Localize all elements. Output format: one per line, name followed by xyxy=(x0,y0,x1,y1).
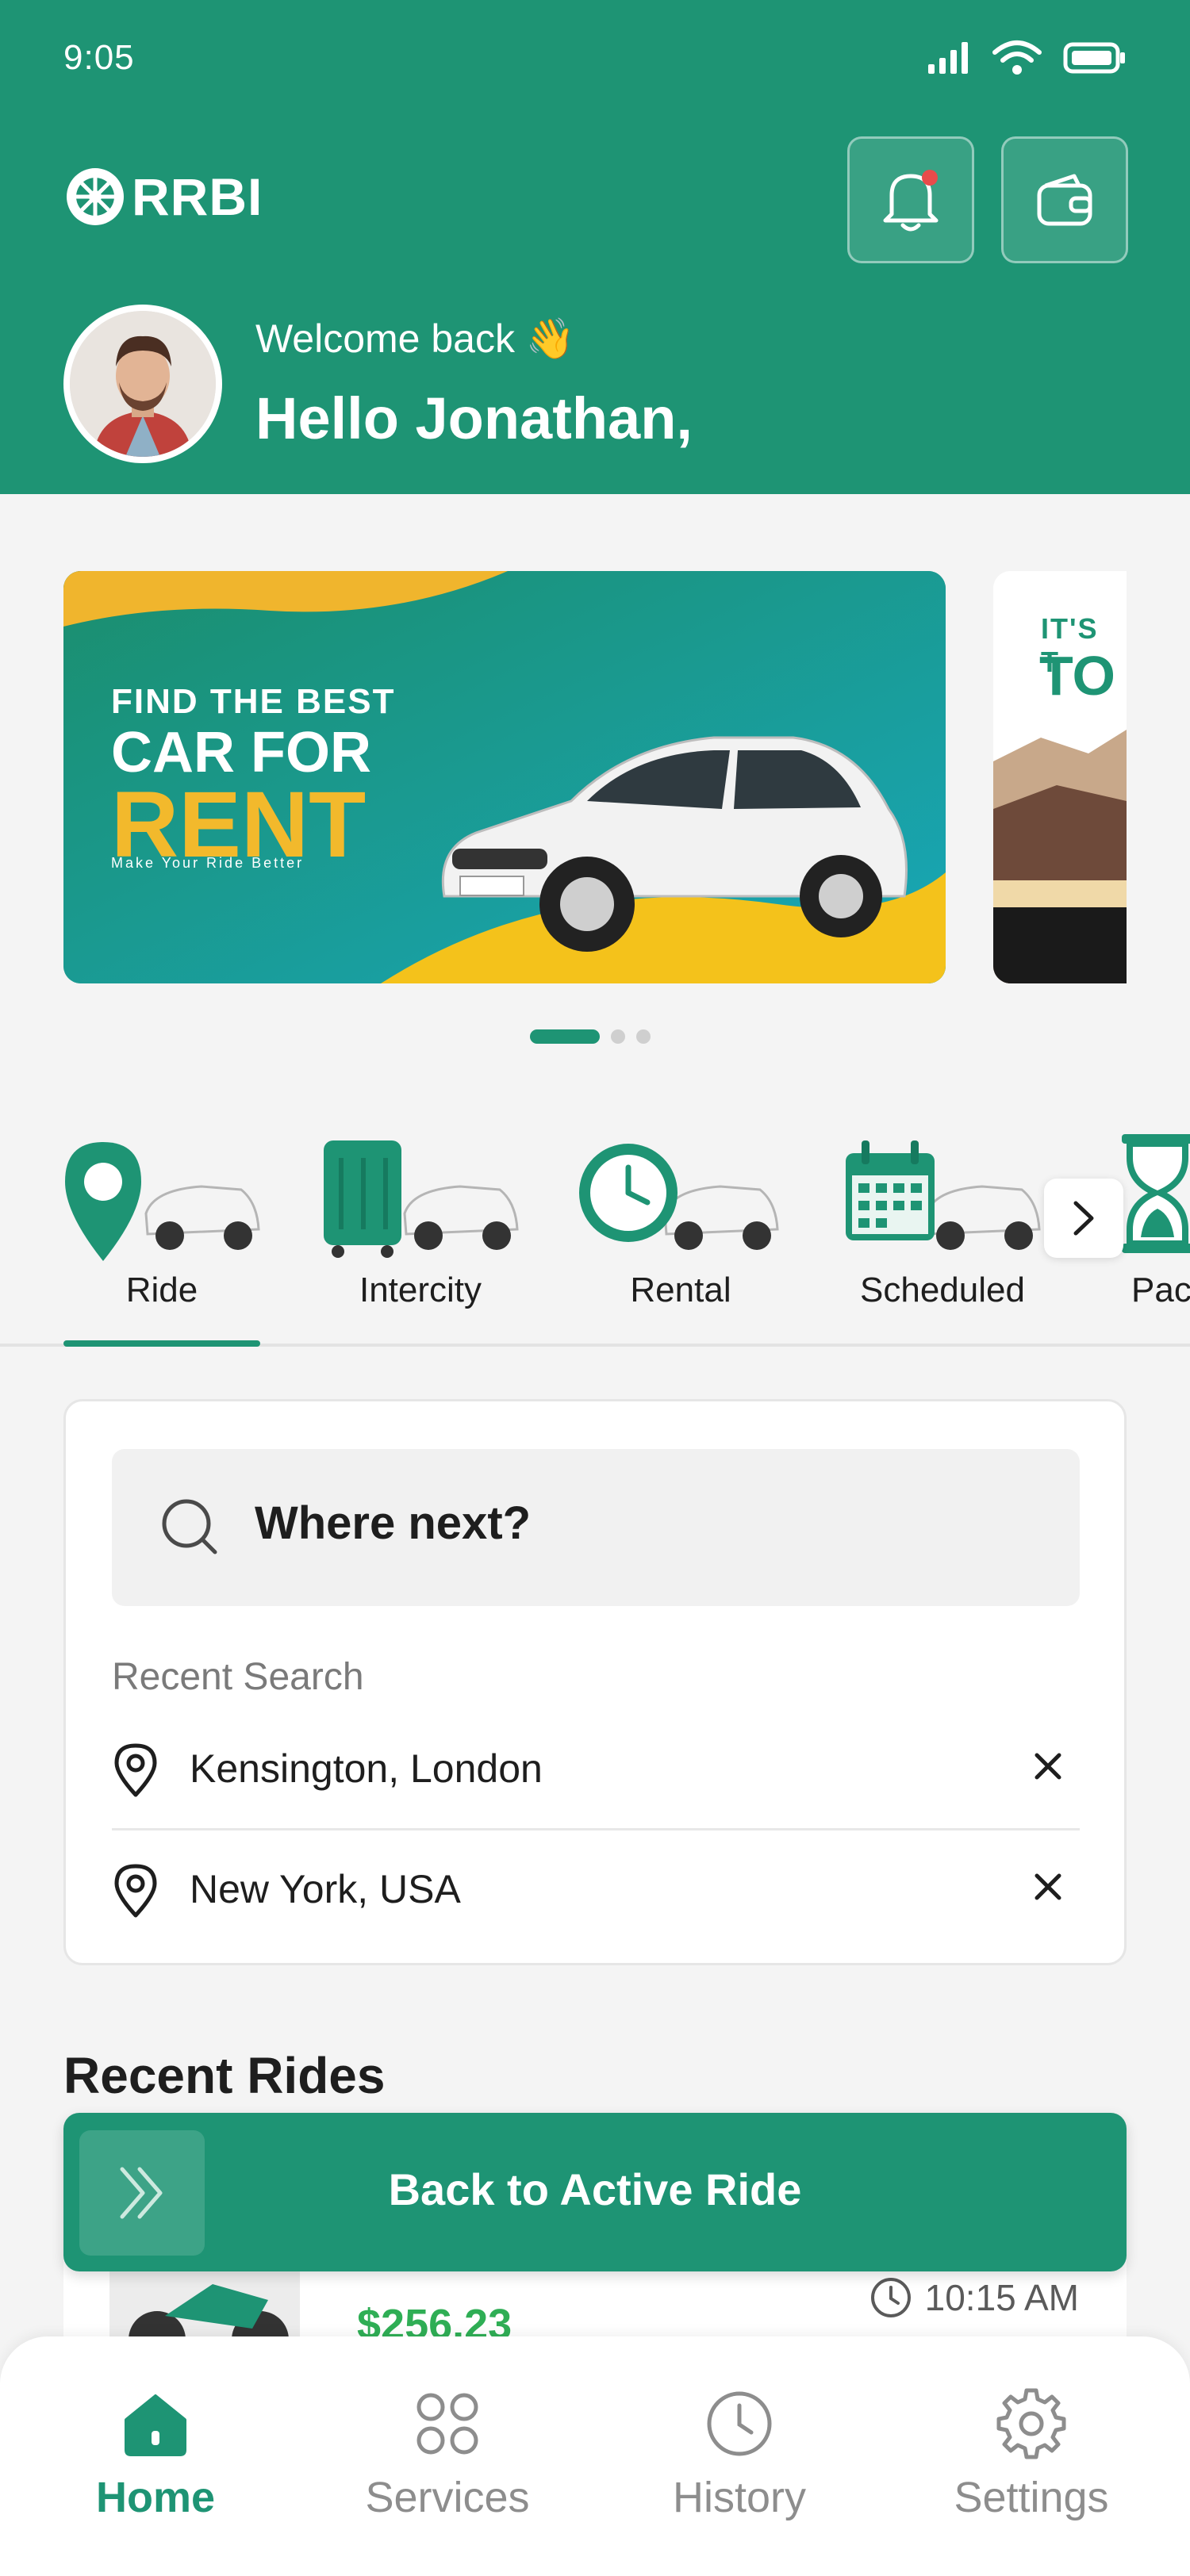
category-label: Ride xyxy=(125,1271,198,1309)
grid-icon xyxy=(416,2393,478,2455)
promo-banner-next[interactable]: IT'S T TO xyxy=(993,571,1127,983)
recent-search-item[interactable]: Kensington, London xyxy=(112,1727,1080,1822)
pagination-dot[interactable] xyxy=(636,1029,651,1044)
remove-recent-button[interactable] xyxy=(1024,1863,1072,1911)
search-icon xyxy=(162,1499,217,1554)
ride-time: 10:15 AM xyxy=(869,2276,1079,2319)
pagination-dot[interactable] xyxy=(611,1029,625,1044)
gear-icon xyxy=(996,2388,1066,2459)
signal-icon xyxy=(928,42,968,74)
recent-search-item[interactable]: New York, USA xyxy=(112,1847,1080,1942)
bottom-navigation: Home Services History Settings xyxy=(0,2336,1190,2576)
category-label: Pac xyxy=(1131,1271,1190,1309)
nav-history[interactable]: History xyxy=(620,2382,858,2541)
categories-next-button[interactable] xyxy=(1044,1179,1123,1258)
wallet-icon xyxy=(1037,174,1092,226)
nav-label: History xyxy=(672,2474,806,2521)
bell-icon xyxy=(883,170,939,232)
luggage-car-icon xyxy=(324,1140,519,1258)
clock-icon xyxy=(870,2278,911,2317)
recent-search-text: Kensington, London xyxy=(190,1746,543,1791)
nav-home[interactable]: Home xyxy=(36,2382,274,2541)
avatar[interactable] xyxy=(63,305,222,463)
category-ride[interactable]: Ride xyxy=(59,1126,265,1340)
clock-car-icon xyxy=(579,1144,779,1250)
recent-search-text: New York, USA xyxy=(190,1867,461,1911)
wifi-icon xyxy=(992,40,1042,75)
wallet-button[interactable] xyxy=(1001,136,1128,263)
greeting-text: Hello Jonathan, xyxy=(255,385,693,451)
next-banner-line2: TO xyxy=(1039,645,1115,707)
banner-line1: FIND THE BEST xyxy=(111,682,396,721)
recent-divider xyxy=(112,1828,1080,1830)
nav-settings[interactable]: Settings xyxy=(912,2382,1150,2541)
clock-icon xyxy=(707,2391,772,2456)
app-logo: RRBI xyxy=(63,165,263,228)
pagination-dot-active[interactable] xyxy=(530,1029,600,1044)
back-to-active-ride-button[interactable]: Back to Active Ride xyxy=(63,2113,1127,2271)
map-pin-car-icon xyxy=(65,1142,260,1261)
logo-wheel-icon xyxy=(67,168,124,225)
nav-services[interactable]: Services xyxy=(328,2382,566,2541)
recent-search-label: Recent Search xyxy=(112,1656,364,1698)
category-label: Intercity xyxy=(359,1271,482,1309)
recent-rides-title: Recent Rides xyxy=(63,2047,386,2104)
chevron-right-icon xyxy=(1073,1201,1094,1236)
welcome-text: Welcome back 👋 xyxy=(255,316,576,361)
banner-tagline: Make Your Ride Better xyxy=(111,855,305,871)
notifications-button[interactable] xyxy=(847,136,974,263)
search-card: Where next? Recent Search Kensington, Lo… xyxy=(63,1399,1127,1965)
search-placeholder: Where next? xyxy=(255,1497,532,1549)
category-active-indicator xyxy=(63,1340,260,1347)
category-label: Rental xyxy=(630,1271,731,1309)
app-header: 9:05 RRBI Welcome back 👋 Hello Jonathan, xyxy=(0,0,1190,494)
promo-banner[interactable]: FIND THE BEST CAR FOR RENT Make Your Rid… xyxy=(63,571,946,983)
close-icon xyxy=(1035,1753,1061,1780)
banner-pagination xyxy=(530,1029,651,1044)
location-pin-icon xyxy=(114,1864,157,1918)
car-illustration xyxy=(441,736,908,952)
service-categories: Ride Intercity Rental Scheduled Pac xyxy=(0,1126,1190,1348)
ride-time-text: 10:15 AM xyxy=(924,2277,1079,2318)
category-intercity[interactable]: Intercity xyxy=(317,1126,524,1340)
close-icon xyxy=(1035,1873,1061,1900)
nav-label: Home xyxy=(95,2474,216,2521)
calendar-car-icon xyxy=(846,1140,1041,1250)
active-ride-label: Back to Active Ride xyxy=(388,2164,802,2214)
category-rental[interactable]: Rental xyxy=(578,1126,784,1340)
status-icons xyxy=(928,40,1127,76)
status-time: 9:05 xyxy=(63,38,135,77)
battery-icon xyxy=(1063,42,1125,74)
search-input[interactable]: Where next? xyxy=(112,1449,1080,1606)
logo-text: RRBI xyxy=(132,167,263,226)
location-pin-icon xyxy=(114,1743,157,1797)
category-scheduled[interactable]: Scheduled xyxy=(839,1126,1046,1340)
home-icon xyxy=(125,2394,186,2456)
nav-label: Services xyxy=(365,2474,530,2521)
category-label: Scheduled xyxy=(860,1271,1025,1309)
remove-recent-button[interactable] xyxy=(1024,1742,1072,1790)
nav-label: Settings xyxy=(954,2474,1109,2521)
avatar-image xyxy=(70,311,216,457)
